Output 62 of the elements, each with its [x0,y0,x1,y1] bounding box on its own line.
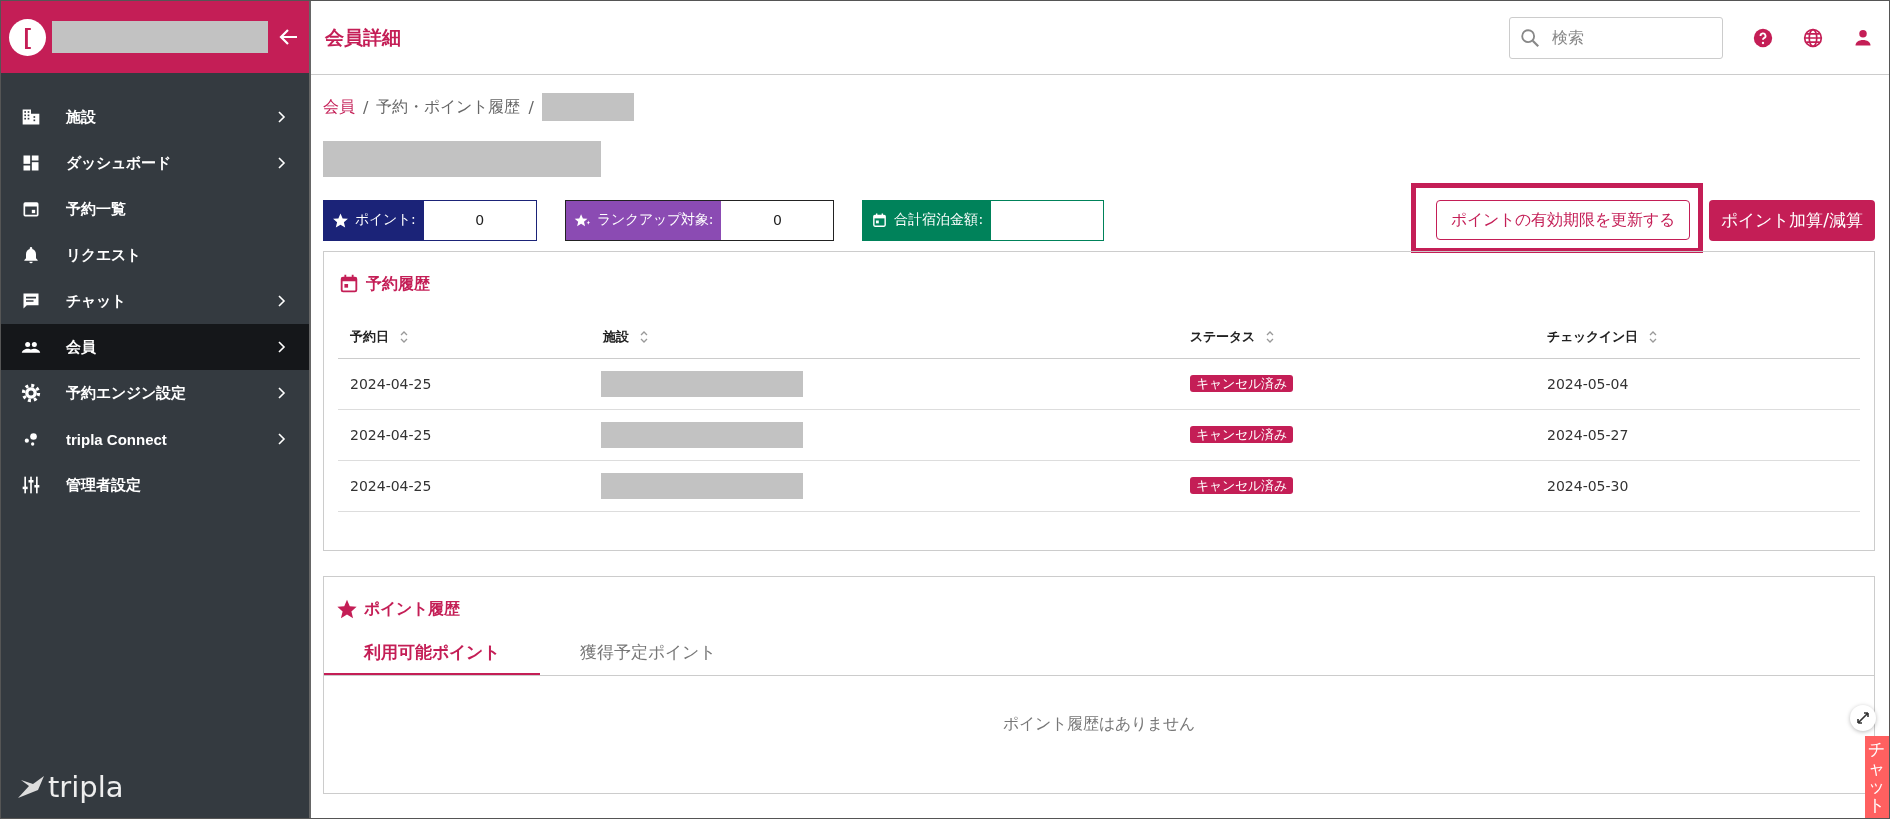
breadcrumb-link[interactable]: 会員 [323,96,355,118]
table-cell-text: 2024-05-04 [1546,376,1630,392]
sidebar-item[interactable]: 施設 [1,94,309,140]
sliders-icon [21,475,41,495]
card-title: ポイント履歴 [364,598,460,620]
help-icon[interactable] [1753,27,1773,48]
table-cell-text: 2024-04-25 [349,478,433,494]
stat-value: 0 [771,211,783,230]
status-badge: キャンセル済み [1190,477,1293,494]
stat-label: ランクアップ対象: [565,200,722,240]
breadcrumb-separator: / [363,97,369,117]
status-badge: キャンセル済み [1190,375,1293,392]
tab[interactable]: 獲得予定ポイント [540,631,756,675]
adjust-points-button[interactable]: ポイント加算/減算 [1709,199,1875,241]
sort-icon [399,329,409,345]
table-cell-text: 2024-05-27 [1546,427,1630,443]
column-header[interactable]: 施設 [601,328,1178,346]
column-header[interactable]: ステータス [1178,328,1535,346]
star-icon [332,211,349,229]
stat-value: 0 [474,211,486,230]
bird-logo-icon [18,776,44,798]
logo-mark: [ [9,18,46,56]
table-cell-text: 2024-04-25 [349,376,433,392]
stat-label: 合計宿泊金額: [863,200,992,240]
sidebar-item[interactable]: tripla Connect [1,416,309,462]
table-cell-text: 2024-05-30 [1546,478,1630,494]
sort-icon [1265,329,1275,345]
brand-name: tripla [48,770,124,804]
empty-message: ポイント履歴はありません [1003,714,1195,735]
bell-icon [21,245,41,265]
page-title: 会員詳細 [325,24,401,50]
tab[interactable]: 利用可能ポイント [324,631,540,675]
sidebar-item[interactable]: チャット [1,278,309,324]
sidebar-item[interactable]: 管理者設定 [1,462,309,508]
sidebar-item[interactable]: 予約一覧 [1,186,309,232]
search-field[interactable]: 検索 [1509,16,1723,59]
stat-label: ポイント: [324,200,424,240]
sidebar-item[interactable]: 会員 [1,324,309,370]
status-badge: キャンセル済み [1190,426,1293,443]
sidebar-item[interactable]: リクエスト [1,232,309,278]
renew-expiry-button[interactable]: ポイントの有効期限を更新する [1436,200,1691,240]
sort-icon [1648,329,1658,345]
column-header[interactable]: 予約日 [338,328,601,346]
sort-icon [639,329,649,345]
breadcrumb-separator: / [528,97,534,117]
user-icon[interactable] [1853,27,1873,48]
breadcrumb-text: 予約・ポイント履歴 [376,96,521,118]
calendar-icon [338,273,360,295]
search-icon [1519,26,1541,49]
dashboard-icon [21,153,41,173]
card-title: 予約履歴 [366,273,430,295]
gear-icon [21,383,41,403]
sidebar-item[interactable]: ダッシュボード [1,140,309,186]
star-icon [336,598,358,620]
column-header[interactable]: チェックイン日 [1535,328,1860,346]
table-cell-text: 2024-04-25 [349,427,433,443]
chat-icon [21,291,41,311]
globe-icon[interactable] [1803,27,1823,48]
calendar-icon [871,211,889,229]
calendar-icon [21,199,41,219]
sidebar-item[interactable]: 予約エンジン設定 [1,370,309,416]
building-icon [21,107,41,127]
